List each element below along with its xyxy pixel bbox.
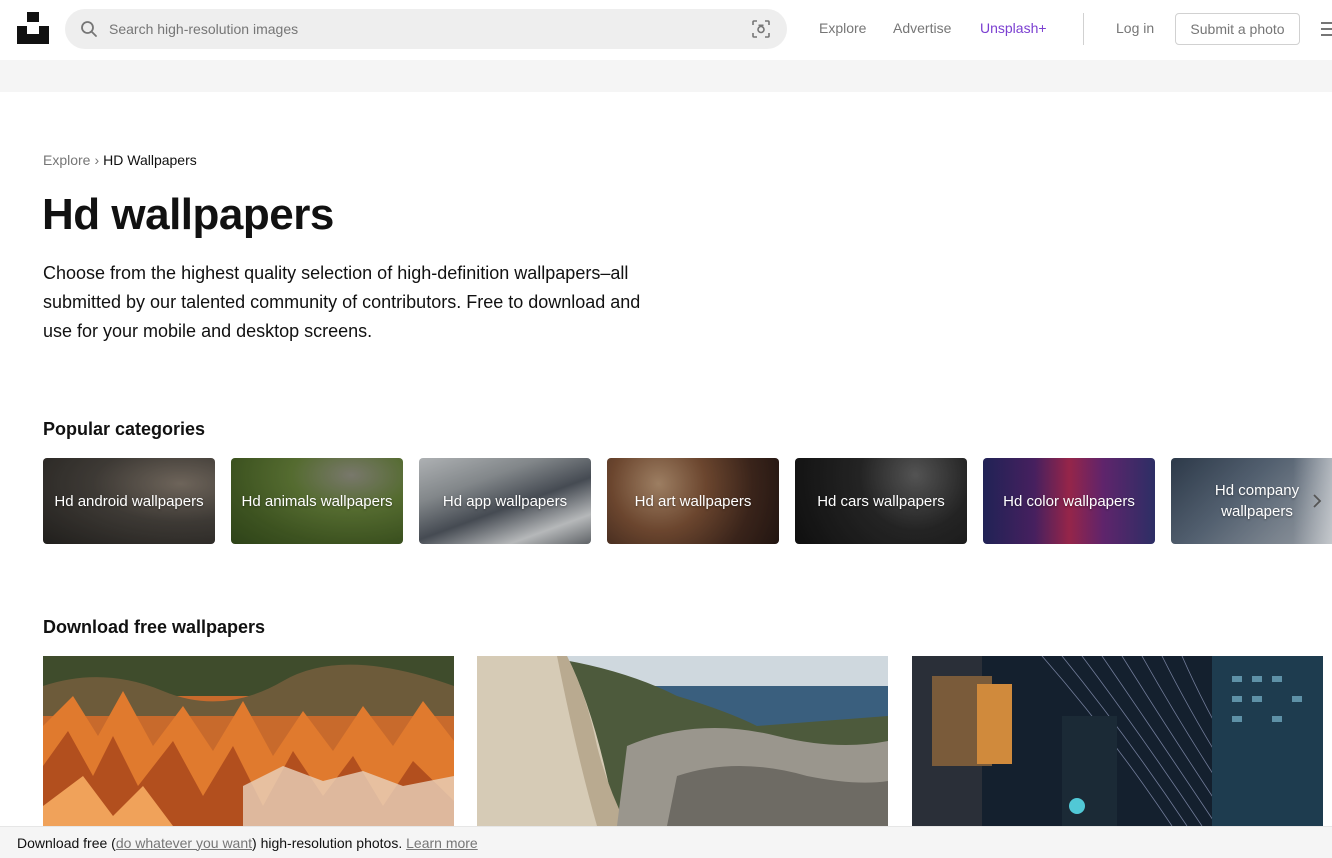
download-free-heading: Download free wallpapers	[43, 617, 266, 637]
login-link[interactable]: Log in	[1116, 20, 1154, 36]
footer-license-link[interactable]: do whatever you want	[116, 835, 252, 851]
category-card-app[interactable]: Hd app wallpapers	[419, 458, 591, 544]
category-label: Hd cars wallpapers	[817, 492, 945, 510]
chevron-right-icon[interactable]	[1307, 490, 1327, 512]
category-label: Hd app wallpapers	[442, 492, 568, 510]
category-label: Hd color wallpapers	[1003, 492, 1135, 510]
footer-learn-more-link[interactable]: Learn more	[406, 835, 478, 851]
sub-navigation-bar	[0, 60, 1332, 92]
category-card-android[interactable]: Hd android wallpapers	[43, 458, 215, 544]
submit-photo-button[interactable]: Submit a photo	[1175, 13, 1300, 45]
nav-explore-link[interactable]: Explore	[819, 20, 866, 36]
page-description: Choose from the highest quality selectio…	[43, 263, 641, 341]
category-label: Hd animals wallpapers	[241, 492, 393, 510]
wallpaper-photo-cliff[interactable]	[477, 656, 888, 826]
cliff-image	[477, 656, 888, 826]
visual-search-icon[interactable]	[751, 19, 771, 39]
page-title: Hd wallpapers	[42, 190, 334, 239]
category-label: Hd art wallpapers	[634, 492, 752, 510]
nav-unsplash-plus-link[interactable]: Unsplash+	[980, 20, 1047, 36]
category-card-art[interactable]: Hd art wallpapers	[607, 458, 779, 544]
wallpaper-photo-canyon[interactable]	[43, 656, 454, 826]
canyon-image	[43, 656, 454, 826]
city-night-image	[912, 656, 1323, 826]
category-carousel: Hd android wallpapers Hd animals wallpap…	[43, 458, 1332, 544]
footer-bar: Download free ( do whatever you want ) h…	[0, 826, 1332, 858]
search-input[interactable]	[109, 9, 729, 49]
category-card-color[interactable]: Hd color wallpapers	[983, 458, 1155, 544]
unsplash-logo[interactable]	[17, 12, 49, 44]
popular-categories-heading: Popular categories	[43, 419, 206, 439]
breadcrumb-explore-link[interactable]: Explore	[43, 152, 90, 168]
search-bar[interactable]	[65, 9, 787, 49]
search-icon[interactable]	[79, 19, 99, 39]
top-header: Explore Advertise Unsplash+ Log in Submi…	[0, 0, 1332, 60]
category-card-cars[interactable]: Hd cars wallpapers	[795, 458, 967, 544]
breadcrumb-separator: ›	[94, 152, 100, 168]
footer-text-prefix: Download free (	[17, 834, 116, 851]
category-label: Hd android wallpapers	[54, 492, 204, 510]
footer-text-middle: ) high-resolution photos.	[252, 834, 407, 851]
breadcrumb-current: HD Wallpapers	[103, 152, 197, 168]
nav-divider	[1083, 13, 1084, 45]
breadcrumb: Explore › HD Wallpapers	[43, 152, 197, 168]
wallpaper-photo-city-night[interactable]	[912, 656, 1323, 826]
menu-icon[interactable]	[1321, 20, 1332, 38]
category-card-animals[interactable]: Hd animals wallpapers	[231, 458, 403, 544]
nav-advertise-link[interactable]: Advertise	[893, 20, 951, 36]
